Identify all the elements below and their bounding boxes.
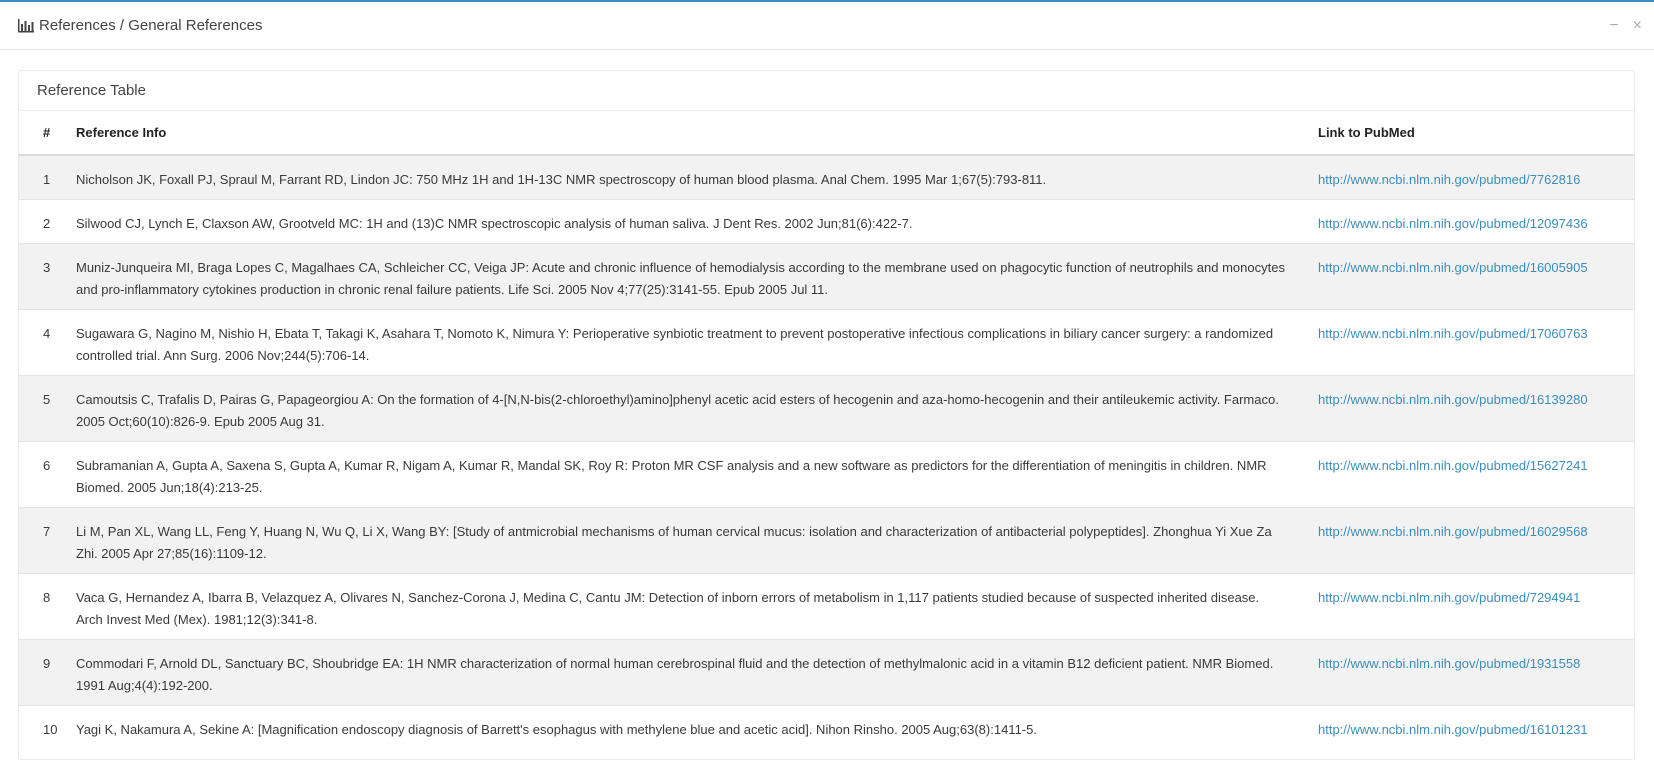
row-number: 8 bbox=[19, 572, 76, 639]
pubmed-link[interactable]: http://www.ncbi.nlm.nih.gov/pubmed/72949… bbox=[1318, 590, 1580, 605]
table-row: 7 Li M, Pan XL, Wang LL, Feng Y, Huang N,… bbox=[19, 506, 1634, 573]
references-window: References / General References − × Refe… bbox=[0, 0, 1654, 760]
table-row: 8 Vaca G, Hernandez A, Ibarra B, Velazque… bbox=[19, 572, 1634, 639]
pubmed-link-cell: http://www.ncbi.nlm.nih.gov/pubmed/12097… bbox=[1318, 198, 1634, 243]
pubmed-link[interactable]: http://www.ncbi.nlm.nih.gov/pubmed/16029… bbox=[1318, 524, 1588, 539]
pubmed-link-cell: http://www.ncbi.nlm.nih.gov/pubmed/16029… bbox=[1318, 506, 1634, 573]
pubmed-link-cell: http://www.ncbi.nlm.nih.gov/pubmed/17060… bbox=[1318, 308, 1634, 375]
pubmed-link[interactable]: http://www.ncbi.nlm.nih.gov/pubmed/77628… bbox=[1318, 172, 1580, 187]
reference-info: Vaca G, Hernandez A, Ibarra B, Velazquez… bbox=[76, 572, 1318, 639]
minus-icon[interactable]: − bbox=[1609, 18, 1618, 34]
reference-info: Li M, Pan XL, Wang LL, Feng Y, Huang N, … bbox=[76, 506, 1318, 573]
pubmed-link-cell: http://www.ncbi.nlm.nih.gov/pubmed/16005… bbox=[1318, 242, 1634, 309]
pubmed-link-cell: http://www.ncbi.nlm.nih.gov/pubmed/72949… bbox=[1318, 572, 1634, 639]
table-row: 9 Commodari F, Arnold DL, Sanctuary BC, S… bbox=[19, 638, 1634, 705]
box-title: Reference Table bbox=[19, 71, 1634, 111]
reference-info: Commodari F, Arnold DL, Sanctuary BC, Sh… bbox=[76, 638, 1318, 705]
close-icon[interactable]: × bbox=[1633, 18, 1642, 34]
row-number: 1 bbox=[19, 154, 76, 199]
reference-info: Muniz-Junqueira MI, Braga Lopes C, Magal… bbox=[76, 242, 1318, 309]
pubmed-link-cell: http://www.ncbi.nlm.nih.gov/pubmed/19315… bbox=[1318, 638, 1634, 705]
pubmed-link-cell: http://www.ncbi.nlm.nih.gov/pubmed/15627… bbox=[1318, 440, 1634, 507]
table-row: 4 Sugawara G, Nagino M, Nishio H, Ebata T… bbox=[19, 308, 1634, 375]
reference-info: Silwood CJ, Lynch E, Claxson AW, Grootve… bbox=[76, 198, 1318, 243]
window-title-text: References / General References bbox=[39, 17, 263, 34]
table-row: 6 Subramanian A, Gupta A, Saxena S, Gupta… bbox=[19, 440, 1634, 507]
row-number: 2 bbox=[19, 198, 76, 243]
pubmed-link-cell: http://www.ncbi.nlm.nih.gov/pubmed/16139… bbox=[1318, 374, 1634, 441]
table-header-row: # Reference Info Link to PubMed bbox=[19, 111, 1634, 156]
window-title: References / General References bbox=[18, 17, 262, 34]
pubmed-link-cell: http://www.ncbi.nlm.nih.gov/pubmed/16101… bbox=[1318, 704, 1634, 749]
pubmed-link[interactable]: http://www.ncbi.nlm.nih.gov/pubmed/16139… bbox=[1318, 392, 1588, 407]
reference-info: Sugawara G, Nagino M, Nishio H, Ebata T,… bbox=[76, 308, 1318, 375]
row-number: 7 bbox=[19, 506, 76, 573]
pubmed-link[interactable]: http://www.ncbi.nlm.nih.gov/pubmed/19315… bbox=[1318, 656, 1580, 671]
header-link-to-pubmed: Link to PubMed bbox=[1318, 111, 1634, 156]
row-number: 4 bbox=[19, 308, 76, 375]
table-row: 1 Nicholson JK, Foxall PJ, Spraul M, Farr… bbox=[19, 154, 1634, 199]
row-number: 5 bbox=[19, 374, 76, 441]
window-header: References / General References − × bbox=[0, 2, 1654, 50]
pubmed-link[interactable]: http://www.ncbi.nlm.nih.gov/pubmed/16101… bbox=[1318, 722, 1588, 737]
reference-info: Camoutsis C, Trafalis D, Pairas G, Papag… bbox=[76, 374, 1318, 441]
reference-table: # Reference Info Link to PubMed 1 Nichols… bbox=[19, 111, 1634, 749]
header-num: # bbox=[19, 111, 76, 156]
pubmed-link-cell: http://www.ncbi.nlm.nih.gov/pubmed/77628… bbox=[1318, 154, 1634, 199]
pubmed-link[interactable]: http://www.ncbi.nlm.nih.gov/pubmed/15627… bbox=[1318, 458, 1588, 473]
reference-table-box: Reference Table # Reference Info Link to… bbox=[18, 70, 1635, 760]
pubmed-link[interactable]: http://www.ncbi.nlm.nih.gov/pubmed/16005… bbox=[1318, 260, 1588, 275]
pubmed-link[interactable]: http://www.ncbi.nlm.nih.gov/pubmed/12097… bbox=[1318, 216, 1588, 231]
header-reference-info: Reference Info bbox=[76, 111, 1318, 156]
row-number: 6 bbox=[19, 440, 76, 507]
table-row: 5 Camoutsis C, Trafalis D, Pairas G, Papa… bbox=[19, 374, 1634, 441]
reference-info: Nicholson JK, Foxall PJ, Spraul M, Farra… bbox=[76, 154, 1318, 199]
window-controls: − × bbox=[1609, 2, 1642, 50]
row-number: 10 bbox=[19, 704, 76, 749]
pubmed-link[interactable]: http://www.ncbi.nlm.nih.gov/pubmed/17060… bbox=[1318, 326, 1588, 341]
reference-info: Yagi K, Nakamura A, Sekine A: [Magnifica… bbox=[76, 704, 1318, 749]
table-row: 2 Silwood CJ, Lynch E, Claxson AW, Grootv… bbox=[19, 198, 1634, 243]
reference-info: Subramanian A, Gupta A, Saxena S, Gupta … bbox=[76, 440, 1318, 507]
table-row: 10 Yagi K, Nakamura A, Sekine A: [Magnifi… bbox=[19, 704, 1634, 749]
row-number: 3 bbox=[19, 242, 76, 309]
row-number: 9 bbox=[19, 638, 76, 705]
bar-chart-icon bbox=[18, 18, 34, 32]
table-row: 3 Muniz-Junqueira MI, Braga Lopes C, Maga… bbox=[19, 242, 1634, 309]
